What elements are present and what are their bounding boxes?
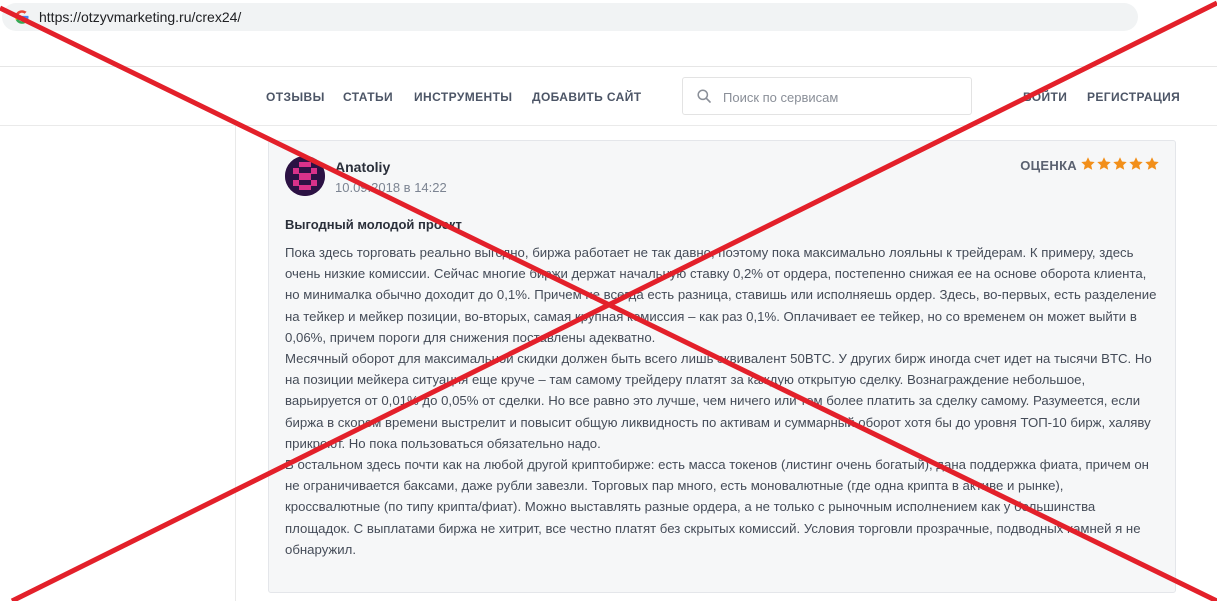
star-icon — [1097, 157, 1111, 170]
nav-reviews[interactable]: ОТЗЫВЫ — [266, 90, 325, 104]
browser-address-bar: https://otzyvmarketing.ru/crex24/ — [0, 0, 1217, 40]
review-paragraph: Месячный оборот для максимальной скидки … — [285, 351, 1152, 451]
rating-stars — [1080, 156, 1160, 172]
review-title: Выгодный молодой проект — [285, 217, 462, 232]
search-box[interactable] — [682, 77, 972, 115]
star-icon — [1129, 157, 1143, 170]
avatar[interactable] — [285, 156, 325, 196]
star-icon — [1081, 157, 1095, 170]
review-body: Пока здесь торговать реально выгодно, би… — [285, 242, 1157, 560]
sidebar-divider — [235, 124, 236, 601]
star-icon — [1145, 157, 1159, 170]
rating-label: ОЦЕНКА — [1020, 158, 1077, 173]
url-field[interactable]: https://otzyvmarketing.ru/crex24/ — [2, 3, 1138, 31]
nav-login[interactable]: ВОЙТИ — [1023, 90, 1067, 104]
star-icon — [1113, 157, 1127, 170]
review-card: Anatoliy 10.09.2018 в 14:22 ОЦЕНКА Выгод… — [268, 140, 1176, 593]
nav-articles[interactable]: СТАТЬИ — [343, 90, 393, 104]
nav-register[interactable]: РЕГИСТРАЦИЯ — [1087, 90, 1180, 104]
search-input[interactable] — [721, 86, 965, 108]
review-author[interactable]: Anatoliy — [335, 159, 390, 175]
review-paragraph: Пока здесь торговать реально выгодно, би… — [285, 245, 1157, 345]
search-icon — [697, 89, 711, 103]
url-text: https://otzyvmarketing.ru/crex24/ — [39, 9, 242, 25]
google-g-icon — [14, 9, 30, 25]
site-header: ОТЗЫВЫ СТАТЬИ ИНСТРУМЕНТЫ ДОБАВИТЬ САЙТ … — [0, 66, 1217, 126]
review-date: 10.09.2018 в 14:22 — [335, 180, 447, 195]
nav-tools[interactable]: ИНСТРУМЕНТЫ — [414, 90, 512, 104]
review-paragraph: В остальном здесь почти как на любой дру… — [285, 457, 1149, 557]
nav-add-site[interactable]: ДОБАВИТЬ САЙТ — [532, 90, 642, 104]
